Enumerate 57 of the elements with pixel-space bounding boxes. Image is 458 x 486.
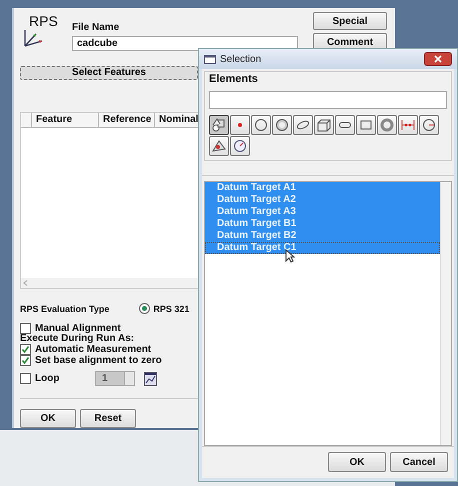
window-icon xyxy=(204,54,216,64)
checkbox[interactable] xyxy=(20,373,31,384)
axes-icon xyxy=(22,29,44,49)
shapes-icon xyxy=(212,118,226,132)
tool-button[interactable] xyxy=(314,115,334,135)
radio-label: RPS 321 xyxy=(153,304,190,314)
vertical-scrollbar[interactable] xyxy=(440,182,451,445)
dialog-button[interactable]: Cancel xyxy=(390,452,448,472)
dialog-button[interactable]: Special xyxy=(313,12,387,30)
gauge-icon xyxy=(233,139,247,153)
section-label: Execute During Run As: xyxy=(20,334,136,344)
plane-icon xyxy=(212,139,226,153)
logo-text: RPS xyxy=(29,14,58,28)
checkbox[interactable] xyxy=(20,323,31,334)
tool-button[interactable] xyxy=(377,115,397,135)
evaluation-type-label: RPS Evaluation Type xyxy=(20,304,110,314)
column-header[interactable]: Reference xyxy=(99,112,155,127)
tool-button[interactable] xyxy=(335,115,355,135)
chart-icon[interactable] xyxy=(144,372,157,386)
rectangle-icon xyxy=(359,118,373,132)
file-name-label: File Name xyxy=(72,22,120,33)
close-icon xyxy=(434,55,442,63)
tool-button[interactable] xyxy=(209,136,229,156)
radio-button[interactable] xyxy=(139,303,150,314)
loop-count-spinner[interactable]: 1 xyxy=(95,371,135,386)
mouse-pointer-icon xyxy=(285,249,295,263)
checkbox[interactable] xyxy=(20,355,31,366)
search-field[interactable] xyxy=(209,91,447,109)
checkbox-label: Manual Alignment xyxy=(35,324,121,334)
window-title: Selection xyxy=(220,54,262,64)
column-header[interactable]: Feature xyxy=(32,112,99,127)
close-button[interactable] xyxy=(424,52,452,66)
ellipse-icon xyxy=(296,118,310,132)
circle-icon xyxy=(254,118,268,132)
distance-icon xyxy=(401,118,415,132)
checkbox-label: Loop xyxy=(35,374,60,384)
checkbox[interactable] xyxy=(20,344,31,355)
file-name-field[interactable]: cadcube xyxy=(72,36,298,51)
dialog-button[interactable]: OK xyxy=(20,409,76,428)
dialog-button[interactable]: Reset xyxy=(80,409,136,428)
tool-button[interactable] xyxy=(251,115,271,135)
ring-icon xyxy=(380,118,394,132)
select-features-button[interactable]: Select Features xyxy=(20,66,198,80)
tool-button[interactable] xyxy=(230,136,250,156)
checkbox-label: Automatic Measurement xyxy=(35,344,152,354)
dialog-button[interactable]: OK xyxy=(328,452,386,472)
tool-button[interactable] xyxy=(230,115,250,135)
tool-button[interactable] xyxy=(419,115,439,135)
tool-button[interactable] xyxy=(293,115,313,135)
sphere-icon xyxy=(275,118,289,132)
tool-button[interactable] xyxy=(398,115,418,135)
tool-button[interactable] xyxy=(209,115,229,135)
checkbox-label: Set base alignment to zero xyxy=(35,356,162,366)
tool-button[interactable] xyxy=(272,115,292,135)
group-label: Elements xyxy=(209,73,259,85)
tool-button[interactable] xyxy=(356,115,376,135)
cube-icon xyxy=(317,118,331,132)
